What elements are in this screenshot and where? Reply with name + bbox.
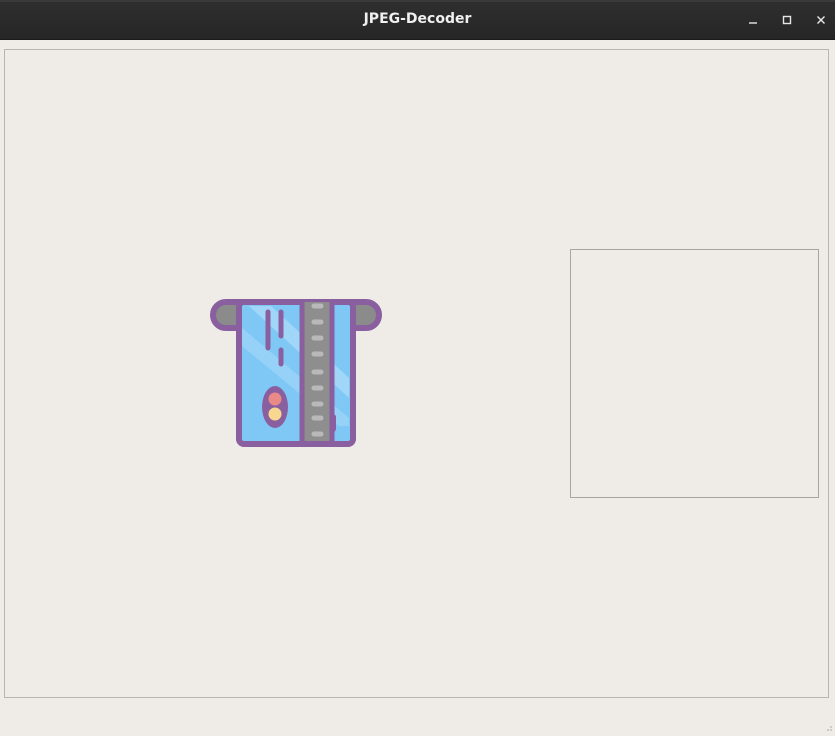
maximize-icon [781, 14, 793, 26]
resize-grip-icon[interactable] [823, 717, 833, 731]
status-bar [0, 699, 835, 731]
decoded-image [209, 298, 385, 454]
window-title: JPEG-Decoder [363, 11, 472, 27]
close-button[interactable] [809, 8, 833, 32]
maximize-button[interactable] [775, 8, 799, 32]
minimize-icon [747, 14, 759, 26]
atm-card-slot-icon [210, 299, 382, 447]
title-bar-top-edge [0, 0, 835, 2]
title-bar: JPEG-Decoder [0, 0, 835, 40]
preview-panel [570, 249, 819, 498]
minimize-button[interactable] [741, 8, 765, 32]
image-display-frame [4, 49, 829, 698]
close-icon [815, 14, 827, 26]
